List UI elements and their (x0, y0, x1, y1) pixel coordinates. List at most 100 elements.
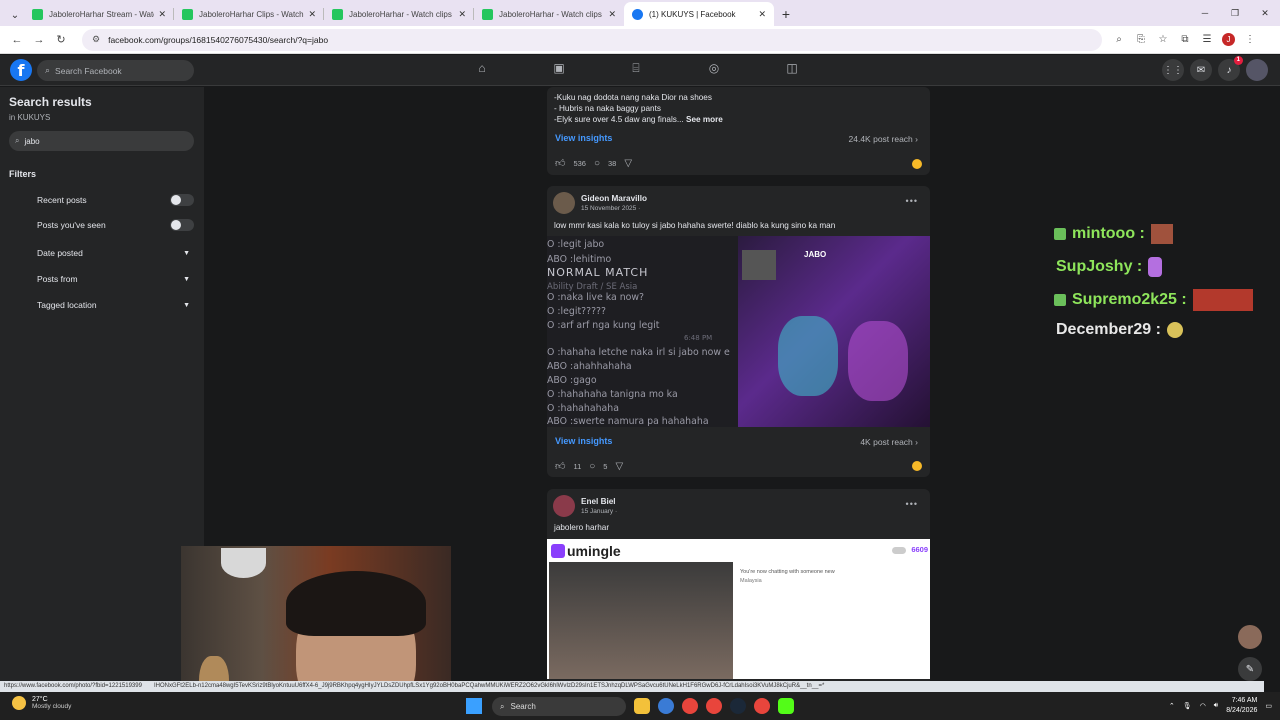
group-search-input[interactable]: ⌕ jabo (9, 131, 194, 151)
tab-groups-icon[interactable]: ☰ (1196, 34, 1218, 45)
extensions-icon[interactable]: ⧉ (1174, 34, 1196, 45)
tab-jabolero-watch-1[interactable]: JaboleroHarhar - Watch clips or ✕ (324, 2, 474, 26)
avatar[interactable] (553, 192, 575, 214)
zoom-icon[interactable]: ⌕ (1108, 34, 1130, 45)
notifications-bell-icon[interactable]: ♪ 1 (1218, 56, 1243, 81)
share-icon[interactable]: ▽ (615, 461, 623, 472)
gaming-icon[interactable]: ◫ (782, 61, 802, 79)
view-insights-link[interactable]: View insights (555, 133, 612, 143)
new-tab-button[interactable]: + (774, 2, 798, 26)
clock[interactable]: 7:46 AM 8/24/2026 (1226, 696, 1257, 716)
filter-recent-posts[interactable]: Recent posts (37, 193, 194, 207)
recent-posts-toggle[interactable] (170, 194, 194, 206)
account-avatar[interactable] (1246, 59, 1268, 81)
weather-widget[interactable]: 27°C Mostly cloudy (12, 696, 71, 710)
avatar[interactable] (553, 495, 575, 517)
file-explorer-icon[interactable] (634, 698, 650, 714)
emote-icon (1166, 322, 1183, 338)
video-icon[interactable]: ▣ (549, 61, 569, 79)
home-icon[interactable]: ⌂ (472, 61, 492, 79)
filter-posts-seen[interactable]: Posts you've seen (37, 218, 194, 232)
post-author[interactable]: Gideon Maravillo (581, 194, 647, 203)
moderator-badge-icon (1054, 294, 1066, 306)
close-window-button[interactable]: ✕ (1250, 0, 1280, 26)
dropdown-caret-icon: ▼ (183, 249, 190, 257)
close-tab-icon[interactable]: ✕ (608, 9, 616, 20)
chat-head[interactable] (1238, 625, 1262, 649)
wifi-icon[interactable]: ◠ (1200, 702, 1206, 710)
site-info-icon[interactable]: ⚙ (92, 34, 100, 45)
reaction-emoji-icon[interactable] (912, 461, 922, 471)
taskbar-search[interactable]: ⌕ Search (492, 697, 626, 716)
like-icon[interactable]: 👍︎ (555, 157, 565, 169)
post-date[interactable]: 15 January · (581, 508, 617, 515)
more-options-icon[interactable]: ••• (906, 499, 918, 509)
marketplace-icon[interactable]: ⌸ (626, 61, 646, 79)
comment-icon[interactable]: ○ (594, 158, 600, 169)
filter-date-posted[interactable]: Date posted ▼ (37, 246, 194, 260)
microphone-icon[interactable]: 🎙︎ (1183, 702, 1192, 710)
chat-screenshot-image[interactable]: O :legit jabo ABO :lehitimo NORMAL MATCH… (547, 236, 738, 427)
tab-search-chevron-icon[interactable]: ⌄ (6, 4, 24, 26)
facebook-favicon-icon (632, 8, 643, 20)
posts-seen-toggle[interactable] (170, 219, 194, 231)
more-options-icon[interactable]: ••• (906, 196, 918, 206)
close-tab-icon[interactable]: ✕ (458, 9, 466, 20)
filters-heading: Filters (9, 169, 37, 179)
share-icon[interactable]: ▽ (624, 158, 632, 169)
forward-arrow-icon[interactable]: → (28, 29, 50, 51)
facebook-logo-icon[interactable]: f (10, 59, 32, 81)
close-tab-icon[interactable]: ✕ (308, 9, 316, 20)
tab-jabolero-stream[interactable]: JaboleroHarhar Stream - Watch ✕ (24, 2, 174, 26)
windows-taskbar: 27°C Mostly cloudy ⌕ Search ⌃ 🎙︎ ◠ 🔊︎ 7:46… (0, 692, 1280, 720)
view-insights-link[interactable]: View insights (555, 436, 612, 446)
filter-posts-from[interactable]: Posts from ▼ (37, 272, 194, 286)
close-tab-icon[interactable]: ✕ (758, 9, 766, 20)
reload-icon[interactable]: ↻ (50, 29, 72, 51)
copilot-icon[interactable] (658, 698, 674, 714)
hero-figure (778, 316, 838, 396)
close-tab-icon[interactable]: ✕ (158, 9, 166, 20)
stream-chat-message: Supremo2k25 : (1054, 289, 1253, 311)
chrome-icon[interactable] (706, 698, 722, 714)
url-field[interactable]: ⚙ facebook.com/groups/1681540276075430/se… (82, 28, 1102, 51)
restore-button[interactable]: ❐ (1220, 0, 1250, 26)
post-date[interactable]: 15 November 2025 · (581, 205, 647, 212)
bookmark-star-icon[interactable]: ☆ (1152, 34, 1174, 45)
browser-menu-icon[interactable]: ⋮ (1239, 34, 1261, 45)
post-reach[interactable]: 4K post reach › (860, 437, 918, 447)
chrome-icon[interactable] (754, 698, 770, 714)
tab-jabolero-clips[interactable]: JaboleroHarhar Clips - Watch t ✕ (174, 2, 324, 26)
filter-tagged-location[interactable]: Tagged location ▼ (37, 298, 194, 312)
see-more-link[interactable]: See more (686, 115, 723, 124)
dota-profile-screenshot-image[interactable]: JABO (738, 236, 930, 427)
search-results-title: Search results (9, 95, 92, 109)
umingle-screenshot-image[interactable]: umingle 6609 You're now chatting with so… (547, 539, 930, 679)
new-message-button[interactable]: ✎ (1238, 657, 1262, 681)
menu-grid-icon[interactable]: ⋮⋮ (1162, 59, 1184, 81)
post-author[interactable]: Enel Biel (581, 497, 617, 506)
tray-chevron-icon[interactable]: ⌃ (1169, 702, 1175, 710)
reaction-emoji-icon[interactable] (912, 159, 922, 169)
tab-facebook-kukuys[interactable]: (1) KUKUYS | Facebook ✕ (624, 2, 774, 26)
messenger-icon[interactable]: ✉ (1190, 59, 1212, 81)
chat-location: Malaysia (740, 578, 762, 584)
like-icon[interactable]: 👍︎ (555, 460, 565, 472)
notifications-icon[interactable]: ▭ (1265, 702, 1272, 710)
chrome-icon[interactable] (682, 698, 698, 714)
steam-icon[interactable] (730, 698, 746, 714)
chat-head-avatar[interactable] (1238, 625, 1262, 649)
windows-start-icon[interactable] (466, 698, 482, 714)
comment-icon[interactable]: ○ (589, 461, 595, 472)
back-arrow-icon[interactable]: ← (6, 29, 28, 51)
profile-avatar[interactable]: J (1222, 33, 1235, 46)
compose-icon[interactable]: ✎ (1238, 657, 1262, 681)
kick-icon[interactable] (778, 698, 794, 714)
groups-icon[interactable]: ◎ (704, 61, 724, 79)
tab-jabolero-watch-2[interactable]: JaboleroHarhar - Watch clips or ✕ (474, 2, 624, 26)
facebook-search-input[interactable]: ⌕ Search Facebook (37, 60, 194, 81)
post-reach[interactable]: 24.4K post reach › (849, 134, 918, 144)
install-icon[interactable]: ⎘ (1130, 34, 1152, 45)
volume-icon[interactable]: 🔊︎ (1214, 702, 1218, 710)
minimize-button[interactable]: ─ (1190, 0, 1220, 26)
